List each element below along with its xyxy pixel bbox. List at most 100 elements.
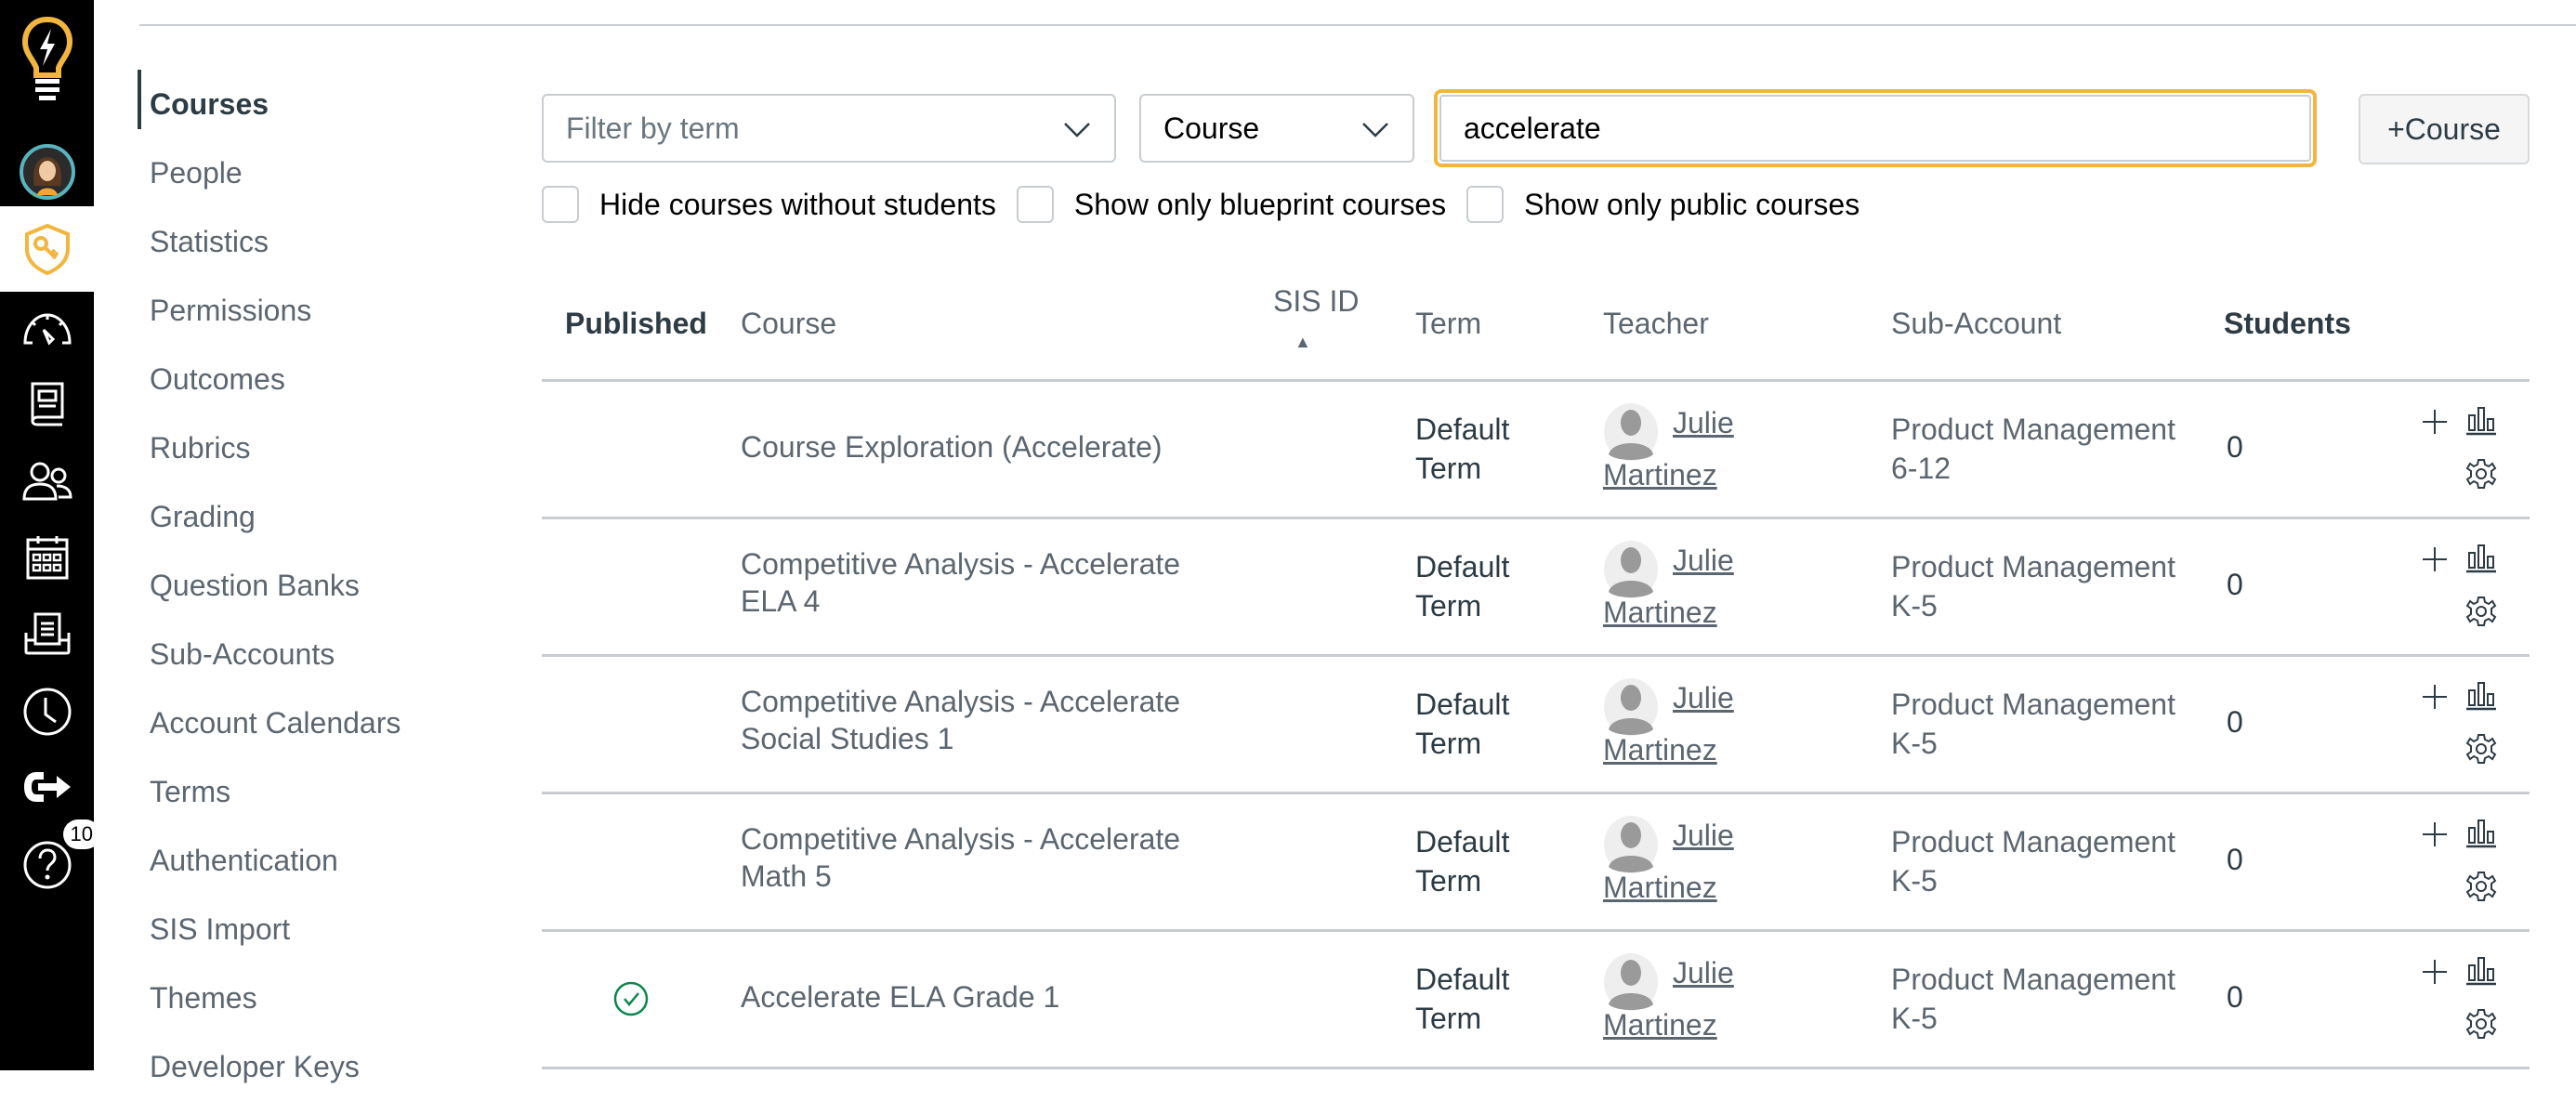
commons-nav[interactable] bbox=[0, 758, 94, 816]
book-icon bbox=[30, 382, 63, 426]
speedometer-icon bbox=[22, 313, 72, 346]
header-sub-account[interactable]: Sub-Account bbox=[1891, 307, 2061, 341]
people-icon bbox=[21, 462, 72, 501]
blueprint-only-label: Show only blueprint courses bbox=[1073, 187, 1447, 221]
admin-nav[interactable] bbox=[0, 206, 94, 292]
help-badge: 10 bbox=[62, 819, 100, 849]
header-published[interactable]: Published bbox=[565, 307, 707, 341]
calendar-icon bbox=[26, 536, 68, 580]
course-name-link[interactable]: Accelerate ELA Grade 1 bbox=[741, 978, 1224, 1016]
subnav-item-permissions[interactable]: Permissions bbox=[138, 276, 401, 345]
courses-nav[interactable] bbox=[0, 375, 94, 433]
chevron-down-icon bbox=[1064, 123, 1090, 138]
published-check-icon bbox=[613, 981, 649, 1016]
header-course[interactable]: Course bbox=[741, 307, 836, 341]
teacher-avatar bbox=[1604, 953, 1658, 1011]
add-user-icon[interactable] bbox=[2421, 408, 2449, 436]
sub-account-cell: Product Management K-5 bbox=[1891, 550, 2175, 623]
subnav-item-courses[interactable]: Courses bbox=[138, 70, 401, 138]
teacher-link[interactable]: Julie bbox=[1673, 956, 1734, 990]
sub-account-cell: Product Management K-5 bbox=[1891, 963, 2175, 1035]
term-cell: Default Term bbox=[1415, 550, 1510, 623]
subnav-item-themes[interactable]: Themes bbox=[138, 963, 401, 1032]
arrow-out-icon bbox=[23, 772, 71, 802]
hide-without-students-checkbox[interactable] bbox=[542, 186, 579, 223]
subnav-item-sis-import[interactable]: SIS Import bbox=[138, 895, 401, 963]
add-user-icon[interactable] bbox=[2421, 683, 2449, 711]
subnav-item-developer-keys[interactable]: Developer Keys bbox=[138, 1032, 401, 1101]
sub-account-cell: Product Management 6-12 bbox=[1891, 413, 2175, 485]
header-teacher[interactable]: Teacher bbox=[1603, 307, 1709, 341]
subnav-item-people[interactable]: People bbox=[138, 138, 401, 207]
teacher-link[interactable]: Julie bbox=[1673, 819, 1734, 853]
students-count: 0 bbox=[2227, 568, 2243, 601]
teacher-link[interactable]: Martinez bbox=[1603, 1008, 1717, 1042]
add-course-button[interactable]: +Course bbox=[2359, 94, 2530, 164]
help-nav[interactable]: 10 bbox=[0, 819, 100, 896]
teacher-link[interactable]: Martinez bbox=[1603, 733, 1717, 767]
term-filter-placeholder: Filter by term bbox=[566, 111, 740, 145]
subnav-item-outcomes[interactable]: Outcomes bbox=[138, 345, 401, 413]
statistics-icon[interactable] bbox=[2465, 954, 2497, 986]
term-cell: Default Term bbox=[1415, 825, 1510, 898]
table-row: Accelerate ELA Grade 1 Default Term Julie… bbox=[542, 932, 2530, 1069]
course-name-link[interactable]: Competitive Analysis - Accelerate ELA 4 bbox=[741, 545, 1224, 620]
settings-gear-icon[interactable] bbox=[2465, 596, 2497, 627]
settings-gear-icon[interactable] bbox=[2465, 458, 2497, 490]
account-nav[interactable] bbox=[0, 139, 94, 204]
term-filter-select[interactable]: Filter by term bbox=[542, 94, 1116, 163]
sub-account-cell: Product Management K-5 bbox=[1891, 688, 2175, 760]
global-nav: 10 bbox=[0, 0, 100, 1070]
students-count: 0 bbox=[2227, 980, 2243, 1014]
settings-gear-icon[interactable] bbox=[2465, 871, 2497, 902]
account-sub-nav: Courses People Statistics Permissions Ou… bbox=[138, 70, 401, 1101]
subnav-item-sub-accounts[interactable]: Sub-Accounts bbox=[138, 620, 401, 688]
header-term[interactable]: Term bbox=[1415, 307, 1481, 341]
settings-gear-icon[interactable] bbox=[2465, 1008, 2497, 1040]
add-user-icon[interactable] bbox=[2421, 820, 2449, 848]
search-by-select[interactable]: Course bbox=[1139, 94, 1414, 163]
subnav-item-statistics[interactable]: Statistics bbox=[138, 207, 401, 276]
add-user-icon[interactable] bbox=[2421, 958, 2449, 986]
header-students[interactable]: Students bbox=[2224, 307, 2351, 341]
subnav-item-account-calendars[interactable]: Account Calendars bbox=[138, 688, 401, 757]
teacher-link[interactable]: Martinez bbox=[1603, 458, 1717, 492]
header-sis-id[interactable]: SIS ID bbox=[1273, 284, 1359, 319]
logo[interactable] bbox=[0, 9, 94, 111]
shield-key-icon bbox=[24, 223, 70, 275]
teacher-link[interactable]: Martinez bbox=[1603, 596, 1717, 630]
course-name-link[interactable]: Competitive Analysis - Accelerate Social … bbox=[741, 683, 1224, 757]
teacher-avatar bbox=[1604, 816, 1658, 873]
settings-gear-icon[interactable] bbox=[2465, 733, 2497, 765]
statistics-icon[interactable] bbox=[2465, 817, 2497, 848]
calendar-nav[interactable] bbox=[0, 528, 94, 587]
add-user-icon[interactable] bbox=[2421, 545, 2449, 573]
statistics-icon[interactable] bbox=[2465, 404, 2497, 436]
teacher-link[interactable]: Julie bbox=[1673, 681, 1734, 715]
blueprint-only-checkbox[interactable] bbox=[1016, 186, 1054, 223]
groups-nav[interactable] bbox=[0, 452, 94, 509]
teacher-link[interactable]: Martinez bbox=[1603, 871, 1717, 905]
public-only-checkbox[interactable] bbox=[1466, 186, 1505, 223]
inbox-icon bbox=[24, 612, 70, 655]
history-nav[interactable] bbox=[0, 682, 94, 741]
table-row: Course Exploration (Accelerate) Default T… bbox=[542, 382, 2530, 519]
statistics-icon[interactable] bbox=[2465, 542, 2497, 573]
hide-without-students-label: Hide courses without students bbox=[599, 187, 996, 221]
course-name-link[interactable]: Competitive Analysis - Accelerate Math 5 bbox=[741, 820, 1224, 895]
statistics-icon[interactable] bbox=[2465, 679, 2497, 711]
subnav-item-question-banks[interactable]: Question Banks bbox=[138, 551, 401, 620]
course-search-input[interactable]: accelerate bbox=[1434, 89, 2317, 167]
subnav-item-terms[interactable]: Terms bbox=[138, 757, 401, 826]
dashboard-nav[interactable] bbox=[0, 299, 94, 357]
course-filter-checkboxes: Hide courses without students Show only … bbox=[542, 186, 1880, 223]
subnav-item-authentication[interactable]: Authentication bbox=[138, 826, 401, 895]
teacher-link[interactable]: Julie bbox=[1673, 544, 1734, 578]
teacher-link[interactable]: Julie bbox=[1673, 406, 1734, 440]
course-name-link[interactable]: Course Exploration (Accelerate) bbox=[741, 428, 1224, 465]
term-cell: Default Term bbox=[1415, 963, 1510, 1035]
table-row: Competitive Analysis - Accelerate Social … bbox=[542, 657, 2530, 794]
subnav-item-grading[interactable]: Grading bbox=[138, 482, 401, 551]
inbox-nav[interactable] bbox=[0, 604, 94, 663]
subnav-item-rubrics[interactable]: Rubrics bbox=[138, 413, 401, 482]
